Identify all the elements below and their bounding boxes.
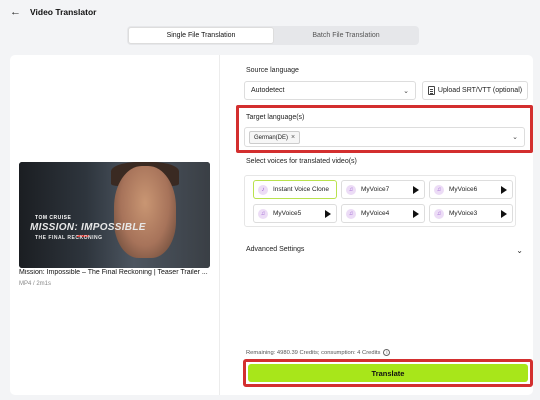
voice-myvoice5[interactable]: ♫ MyVoice5 [253,204,337,223]
close-icon[interactable]: × [291,134,295,141]
tab-batch-file[interactable]: Batch File Translation [274,27,418,44]
settings-pane: Source language Autodetect ⌄ Upload SRT/… [236,55,533,395]
main-card: TOM CRUISE MISSION: IMPOSSIBLE THE FINAL… [10,55,533,395]
voice-label: Instant Voice Clone [273,186,330,193]
source-language-select[interactable]: Autodetect ⌄ [244,81,416,100]
chevron-down-icon: ⌄ [512,134,518,141]
chevron-down-icon: ⌄ [403,87,409,95]
play-icon[interactable] [501,210,507,218]
target-language-section: Target language(s) ⌄ German(DE) × [236,105,533,153]
arrow-left-icon[interactable]: ← [10,6,21,18]
advanced-settings-toggle[interactable]: Advanced Settings [246,246,304,253]
headphones-icon: ♫ [434,184,444,195]
info-icon[interactable]: i [383,349,391,356]
headphones-icon: ♫ [434,208,444,219]
translate-button[interactable]: Translate [248,364,528,382]
headphones-icon: ♫ [346,208,356,219]
voice-myvoice7[interactable]: ♫ MyVoice7 [341,180,425,199]
voice-myvoice6[interactable]: ♫ MyVoice6 [429,180,513,199]
credits-text: Remaining: 4980.39 Credits; consumption:… [246,349,381,356]
thumbnail-subtitle-text: THE FINAL RECKONING [35,235,103,241]
microphone-icon: ♪ [258,184,268,195]
translation-mode-tabs: Single File Translation Batch File Trans… [127,26,419,45]
video-title: Mission: Impossible – The Final Reckonin… [19,269,208,276]
voice-label: MyVoice3 [449,210,478,217]
voice-label: MyVoice6 [449,186,478,193]
voices-panel: ♪ Instant Voice Clone ♫ MyVoice7 ♫ MyVoi… [244,175,516,227]
document-icon [427,86,435,95]
voice-label: MyVoice7 [361,186,390,193]
target-language-chip: German(DE) × [249,131,301,144]
play-icon[interactable] [325,210,331,218]
source-language-value: Autodetect [251,87,285,94]
voice-label: MyVoice5 [273,210,302,217]
play-icon[interactable] [413,210,419,218]
video-thumbnail[interactable]: TOM CRUISE MISSION: IMPOSSIBLE THE FINAL… [19,162,210,268]
target-language-label: Target language(s) [246,114,305,121]
thumbnail-title-text: MISSION: IMPOSSIBLE [30,222,146,233]
voice-instant-clone[interactable]: ♪ Instant Voice Clone [253,180,337,199]
upload-subtitle-label: Upload SRT/VTT (optional) [437,87,523,94]
credits-info: Remaining: 4980.39 Credits; consumption:… [246,349,391,356]
video-preview-pane: TOM CRUISE MISSION: IMPOSSIBLE THE FINAL… [10,55,220,395]
voices-label: Select voices for translated video(s) [246,158,357,165]
page-title: Video Translator [30,7,97,17]
target-language-chip-label: German(DE) [254,134,289,141]
tab-single-file[interactable]: Single File Translation [128,27,274,44]
play-icon[interactable] [501,186,507,194]
upload-subtitle-button[interactable]: Upload SRT/VTT (optional) [422,81,528,100]
source-language-label: Source language [246,67,299,74]
headphones-icon: ♫ [346,184,356,195]
voice-myvoice4[interactable]: ♫ MyVoice4 [341,204,425,223]
thumbnail-face [114,166,176,258]
voice-label: MyVoice4 [361,210,390,217]
play-icon[interactable] [413,186,419,194]
translate-button-highlight: Translate [243,359,533,387]
thumbnail-actor-text: TOM CRUISE [35,215,72,221]
chevron-down-icon[interactable]: ⌄ [516,246,523,255]
voice-myvoice3[interactable]: ♫ MyVoice3 [429,204,513,223]
header: ← Video Translator [0,0,540,24]
video-meta: MP4 / 2m1s [19,281,52,287]
headphones-icon: ♫ [258,208,268,219]
